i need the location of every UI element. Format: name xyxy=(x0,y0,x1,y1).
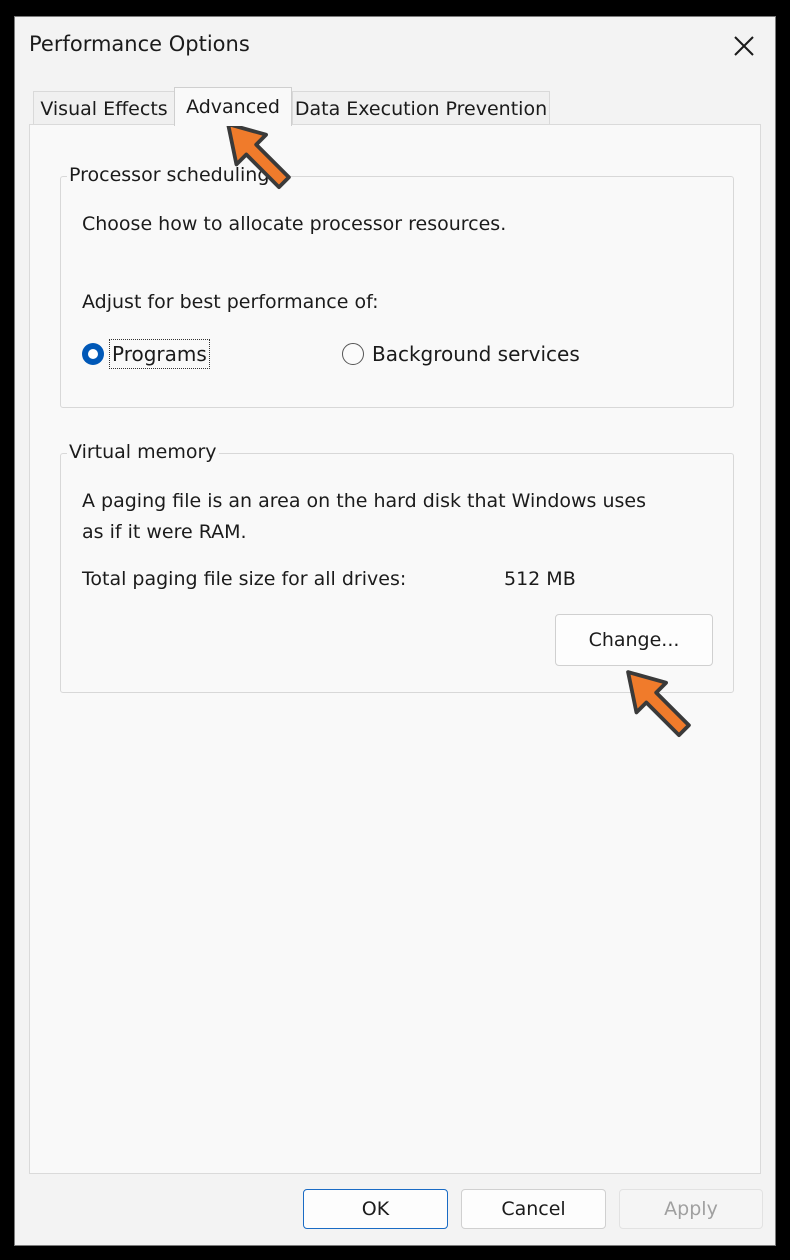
cancel-button[interactable]: Cancel xyxy=(461,1189,606,1229)
change-button[interactable]: Change... xyxy=(555,614,713,666)
cancel-button-label: Cancel xyxy=(501,1198,566,1220)
tab-label: Advanced xyxy=(186,96,280,118)
processor-description: Choose how to allocate processor resourc… xyxy=(82,213,507,235)
total-paging-file-value: 512 MB xyxy=(504,568,576,590)
apply-button-label: Apply xyxy=(664,1198,718,1220)
background-services-radio[interactable] xyxy=(342,343,364,365)
tab-advanced[interactable]: Advanced xyxy=(174,87,292,126)
programs-radio[interactable] xyxy=(82,343,104,365)
tab-label: Visual Effects xyxy=(40,97,168,120)
tab-label: Data Execution Prevention xyxy=(294,97,548,120)
programs-radio-label: Programs xyxy=(109,339,210,369)
memory-description-line-1: A paging file is an area on the hard dis… xyxy=(82,490,647,512)
arrow-annotation-icon xyxy=(226,122,291,190)
close-icon xyxy=(734,36,754,56)
total-paging-file-label: Total paging file size for all drives: xyxy=(82,568,407,590)
virtual-memory-legend: Virtual memory xyxy=(67,441,219,463)
close-button[interactable] xyxy=(721,23,767,69)
arrow-annotation-icon xyxy=(626,670,691,738)
background-services-radio-option[interactable]: Background services xyxy=(342,342,580,366)
programs-radio-option[interactable]: Programs xyxy=(82,339,210,369)
advanced-tab-panel: Processor scheduling Choose how to alloc… xyxy=(29,124,761,1174)
window-title: Performance Options xyxy=(29,32,250,56)
virtual-memory-group: Virtual memory A paging file is an area … xyxy=(60,441,734,693)
tab-visual-effects[interactable]: Visual Effects xyxy=(33,91,175,125)
background-services-radio-label: Background services xyxy=(372,342,580,366)
tab-data-execution-prevention[interactable]: Data Execution Prevention xyxy=(292,91,550,125)
change-button-label: Change... xyxy=(588,629,680,651)
memory-description-line-2: as if it were RAM. xyxy=(82,521,247,543)
apply-button[interactable]: Apply xyxy=(619,1189,763,1229)
ok-button-label: OK xyxy=(361,1198,390,1220)
processor-scheduling-group: Processor scheduling Choose how to alloc… xyxy=(60,164,734,408)
adjust-performance-label: Adjust for best performance of: xyxy=(82,291,379,313)
performance-options-dialog: Performance Options Visual Effects Advan… xyxy=(14,16,776,1246)
ok-button[interactable]: OK xyxy=(303,1189,448,1229)
